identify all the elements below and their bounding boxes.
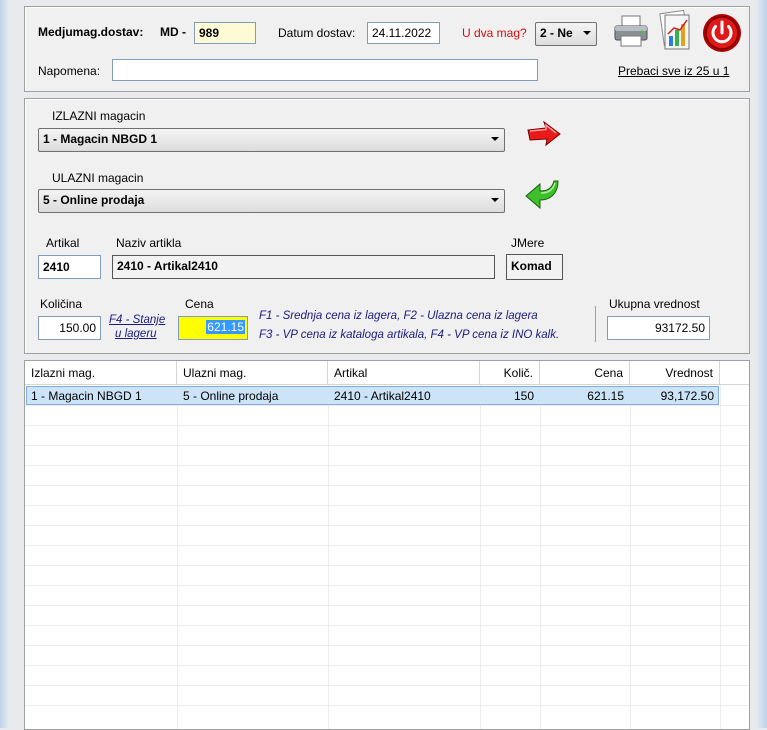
date-label: Datum dostav: [278,26,356,40]
window-frame-left [0,0,8,728]
doc-prefix: MD - [160,25,186,39]
chevron-down-icon [491,198,499,202]
grid-line [25,685,749,686]
report-button[interactable] [656,9,694,50]
in-warehouse-select[interactable]: 5 - Online prodaja [38,189,505,213]
item-code-field[interactable]: 2410 [38,255,101,279]
grid-line [25,625,749,626]
item-name-field: 2410 - Artikal2410 [112,255,495,279]
doc-label: Medjumag.dostav: [38,25,144,39]
grid-line [25,565,749,566]
grid-line [25,485,749,486]
report-chart-icon [659,9,690,50]
chevron-down-icon [491,137,499,141]
col-header-filler [720,361,749,385]
two-warehouse-value: 2 - Ne [540,26,573,40]
chevron-down-icon [583,31,591,35]
printer-icon [614,15,648,47]
col-header-izlazni[interactable]: Izlazni mag. [25,361,177,385]
stock-link-line1[interactable]: F4 - Stanje [109,314,165,326]
grid-line [720,385,721,729]
cell-vrednost: 93,172.50 [660,389,714,403]
total-label: Ukupna vrednost [609,297,700,311]
col-header-artikal[interactable]: Artikal [328,361,480,385]
grid-line [630,385,631,729]
price-hint-line1: F1 - Srednja cena iz lagera, F2 - Ulazna… [259,310,538,322]
divider [595,306,596,342]
grid-line [480,385,481,729]
two-warehouse-select[interactable]: 2 - Ne [535,22,597,46]
price-value: 621.15 [206,320,245,334]
cell-izlazni: 1 - Magacin NBGD 1 [31,389,142,403]
item-code-label: Artikal [46,236,80,250]
out-warehouse-label: IZLAZNI magacin [52,109,146,123]
uom-field: Komad [506,254,563,280]
note-label: Napomena: [38,64,101,78]
two-warehouse-label: U dva mag? [462,26,527,40]
cell-kolicina: 150 [513,389,534,403]
grid-line [25,605,749,606]
col-header-vrednost[interactable]: Vrednost [630,361,720,385]
grid-line [25,545,749,546]
price-field[interactable]: 621.15 [178,316,248,340]
grid-line [177,385,178,729]
note-field[interactable] [112,59,538,81]
item-name-label: Naziv artikla [116,236,182,250]
uom-label: JMere [511,236,545,250]
power-icon [703,14,741,52]
col-header-cena[interactable]: Cena [540,361,630,385]
grid-line [25,645,749,646]
out-warehouse-value: 1 - Magacin NBGD 1 [43,132,158,146]
in-warehouse-label: ULAZNI magacin [52,171,144,185]
price-hint-line2: F3 - VP cena iz kataloga artikala, F4 - … [259,329,560,341]
price-label: Cena [185,297,214,311]
in-warehouse-value: 5 - Online prodaja [43,193,145,207]
in-arrow-button[interactable] [524,178,562,217]
col-header-ulazni[interactable]: Ulazni mag. [177,361,328,385]
items-table[interactable]: Izlazni mag. Ulazni mag. Artikal Količ. … [24,360,750,730]
cell-ulazni: 5 - Online prodaja [183,389,279,403]
grid-line [25,445,749,446]
grid-line [25,425,749,426]
grid-line [25,585,749,586]
window-frame-right [757,0,767,728]
doc-number-field[interactable]: 989 [194,22,256,44]
cell-cena: 621.15 [587,389,624,403]
green-arrow-icon [525,180,559,210]
stock-link-line2[interactable]: u lageru [115,328,157,340]
grid-line [25,505,749,506]
qty-field[interactable]: 150.00 [38,316,101,340]
out-arrow-button[interactable] [526,120,562,151]
print-button[interactable] [612,12,650,52]
qty-label: Količina [40,297,83,311]
grid-line [328,385,329,729]
date-field[interactable]: 24.11.2022 [367,22,440,44]
exit-button[interactable] [701,12,741,52]
grid-line [25,705,749,706]
col-header-kolicina[interactable]: Količ. [480,361,540,385]
cell-artikal: 2410 - Artikal2410 [334,389,431,403]
out-warehouse-select[interactable]: 1 - Magacin NBGD 1 [38,128,505,152]
red-arrow-icon [527,120,561,147]
transfer-all-link[interactable]: Prebaci sve iz 25 u 1 [618,64,729,78]
total-field: 93172.50 [607,316,710,340]
grid-line [540,385,541,729]
grid-line [25,525,749,526]
grid-line [25,665,749,666]
grid-line [25,465,749,466]
